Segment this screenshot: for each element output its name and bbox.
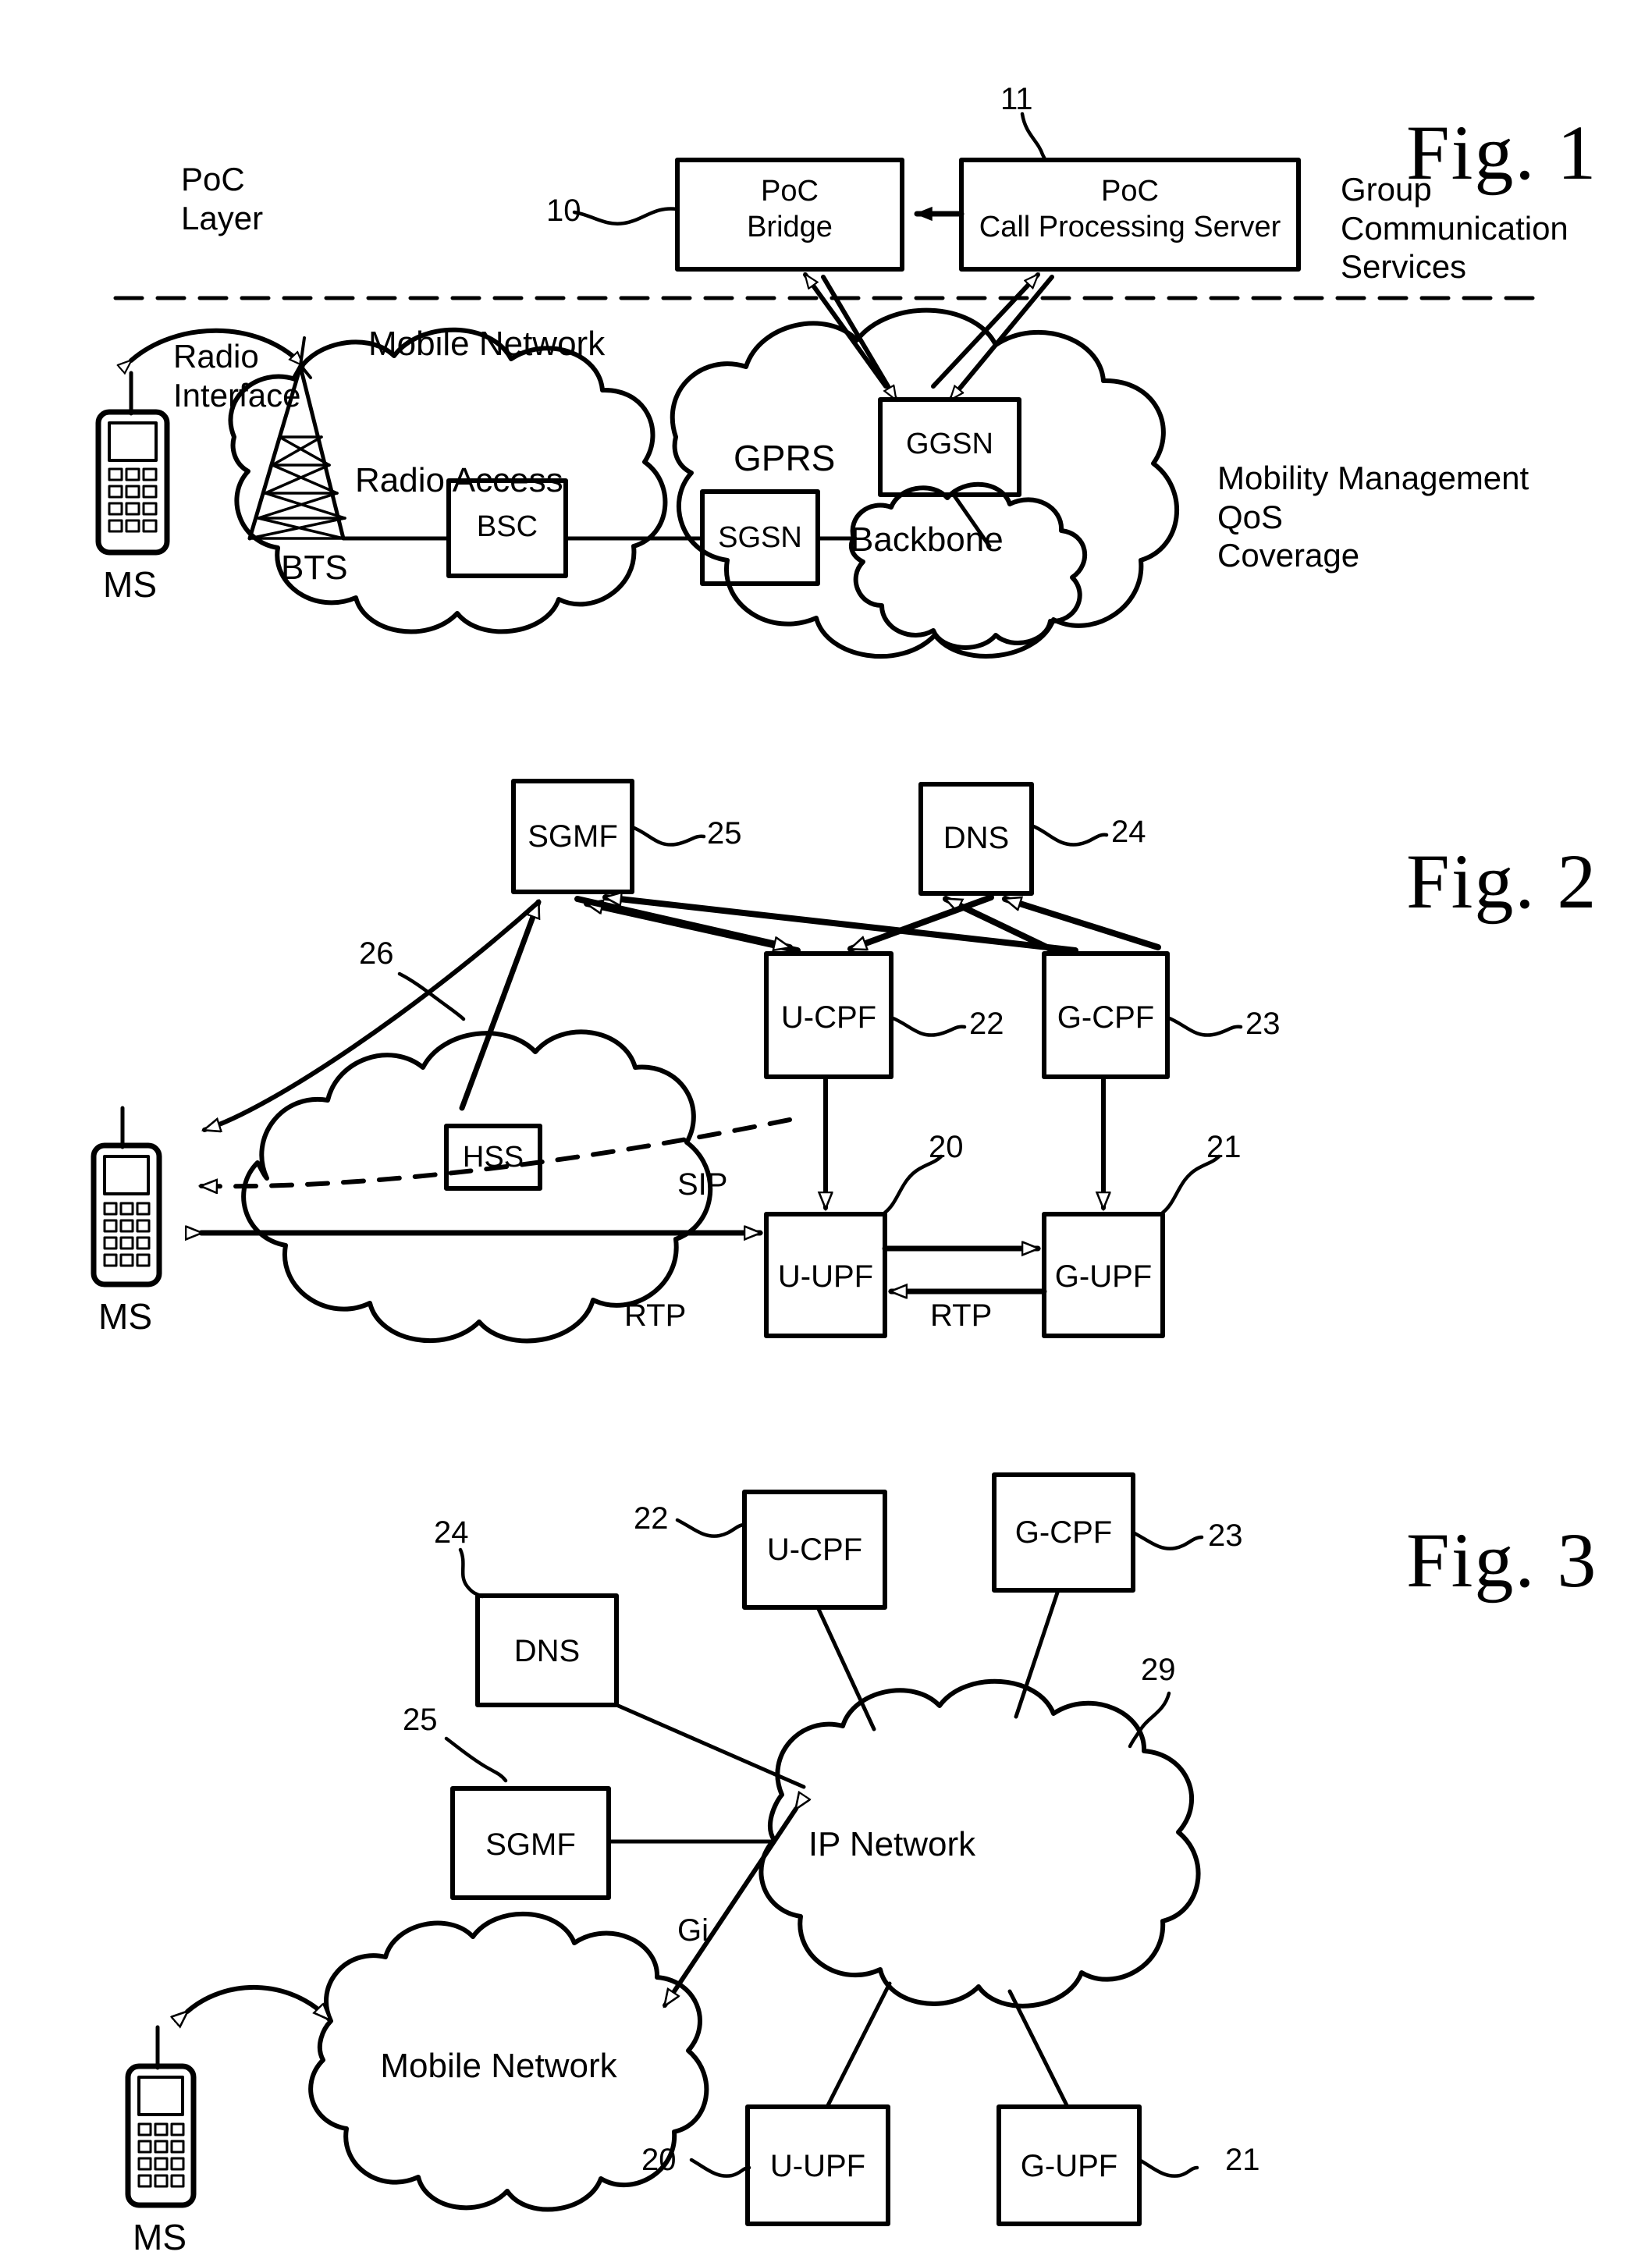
bts-label: BTS	[281, 549, 348, 587]
fig3-title-text: Fig. 3	[1406, 1517, 1598, 1604]
backbone-label: Backbone	[851, 520, 1004, 559]
fig2-gupf-label: G-UPF	[1054, 1259, 1153, 1294]
ref-10-leader	[572, 207, 680, 226]
fig2-ucpf-to-sgmf-arrow	[587, 904, 801, 954]
fig3-sgmf-label: SGMF	[485, 1827, 576, 1862]
mobile-network-label-fig3: Mobile Network	[380, 2047, 617, 2085]
bridge-to-ggsn-arrow	[821, 275, 898, 400]
mobility-management-label: Mobility Management QoS Coverage	[1217, 460, 1529, 574]
fig2-gcpf-to-dns-arrow	[1005, 896, 1161, 950]
gprs-label: GPRS	[734, 438, 836, 478]
fig2-title: Fig. 2	[1333, 758, 1597, 1004]
fig3-title: Fig. 3	[1333, 1437, 1597, 1683]
fig3-gcpf-to-ipnet-link	[1014, 1588, 1060, 1719]
fig2-uupf-label: U-UPF	[777, 1259, 874, 1294]
ms-handset-fig1	[95, 371, 170, 556]
sgsn-label: SGSN	[718, 521, 802, 554]
fig2-title-text: Fig. 2	[1406, 838, 1598, 925]
fig2-ref23-leader	[1165, 1015, 1243, 1037]
fig3-ref-21: 21	[1225, 2143, 1260, 2177]
fig2-ref-25: 25	[707, 816, 742, 851]
fig1-ref-11: 11	[1000, 82, 1033, 116]
gprs-cloud	[670, 307, 1180, 659]
ms-label-fig2: MS	[98, 1296, 152, 1337]
fig2-cloud-to-sgmf-arrow	[459, 902, 542, 1111]
fig2-sgmf-label: SGMF	[528, 819, 618, 854]
fig3-ref-22: 22	[634, 1501, 669, 1536]
fig3-ref-25: 25	[403, 1703, 438, 1737]
fig2-gcpf-label: G-CPF	[1057, 1000, 1155, 1035]
fig3-ucpf-to-ipnet-link	[815, 1605, 876, 1731]
rtp-label-left: RTP	[624, 1298, 687, 1333]
fig2-ref-23: 23	[1245, 1007, 1281, 1041]
fig2-ref24-leader	[1029, 823, 1109, 847]
fig3-ref22-leader	[675, 1518, 747, 1538]
fig2-dns-to-ucpf-arrow	[851, 894, 994, 952]
poc-cps-label: PoC Call Processing Server	[979, 175, 1281, 244]
fig1-ref-10: 10	[546, 194, 581, 228]
fig2-ref-24: 24	[1111, 815, 1146, 849]
group-communication-services-label: Group Communication Services	[1341, 171, 1569, 286]
ggsn-label: GGSN	[906, 428, 993, 460]
fig2-ref-22: 22	[969, 1007, 1004, 1041]
fig3-ref-20: 20	[641, 2143, 677, 2177]
patent-drawing-page: Fig. 1 PoC Layer PoC Bridge PoC Call Pro…	[0, 0, 1652, 2266]
radio-interface-label: Radio Interface	[173, 338, 301, 414]
fig3-ref-29: 29	[1141, 1653, 1176, 1687]
fig2-ref-20: 20	[929, 1130, 964, 1164]
gi-label: Gi	[677, 1913, 709, 1948]
fig3-gcpf-label: G-CPF	[1014, 1515, 1113, 1550]
poc-bridge-label: PoC Bridge	[747, 175, 833, 244]
fig2-dns-label: DNS	[943, 821, 1010, 855]
backbone-cloud	[848, 481, 1087, 650]
radio-access-label: Radio Access	[355, 461, 563, 499]
fig3-dns-label: DNS	[513, 1634, 581, 1668]
cps-to-ggsn-arrow	[948, 275, 1054, 400]
fig3-ref24-leader	[458, 1547, 485, 1599]
fig3-ref21-leader	[1137, 2158, 1199, 2178]
ms-label-fig3: MS	[133, 2217, 187, 2257]
fig3-ref-23: 23	[1208, 1518, 1243, 1553]
ref-11-leader	[1020, 112, 1048, 162]
fig3-uupf-to-ipnet-link	[825, 1981, 892, 2109]
fig2-sgmf-to-ucpf-arrow	[574, 896, 790, 947]
ms-label-fig1: MS	[103, 564, 157, 605]
fig3-gi-arrow	[663, 1809, 796, 2005]
fig3-uupf-label: U-UPF	[769, 2149, 866, 2183]
mobile-network-label-fig1: Mobile Network	[368, 325, 606, 363]
fig3-radio-arc	[187, 1984, 329, 2019]
ggsn-to-bridge-arrow	[803, 275, 888, 389]
ip-network-label: IP Network	[808, 1825, 976, 1863]
ms-handset-fig3	[125, 2025, 197, 2208]
fig3-gupf-label: G-UPF	[1020, 2149, 1118, 2183]
fig2-ref-26: 26	[359, 936, 394, 971]
fig3-ref23-leader	[1131, 1530, 1204, 1550]
ggsn-to-cps-arrow	[931, 272, 1040, 389]
fig3-dns-to-ipnet-link	[614, 1703, 806, 1789]
fig2-gcpf-to-sgmf-arrow	[606, 897, 1078, 954]
fig2-ref22-leader	[889, 1015, 967, 1037]
bsc-label: BSC	[476, 510, 538, 543]
fig3-ref29-leader	[1128, 1691, 1171, 1749]
fig3-ref-24: 24	[434, 1515, 469, 1550]
fig2-ref-21: 21	[1206, 1130, 1242, 1164]
rtp-label-right: RTP	[930, 1298, 993, 1333]
fig3-ref25-leader	[444, 1736, 508, 1783]
fig2-ucpf-to-dns-arrow	[946, 896, 1057, 954]
fig3-ref20-leader	[689, 2158, 751, 2178]
fig3-gupf-to-ipnet-link	[1007, 1989, 1070, 2109]
fig2-hss-label: HSS	[462, 1141, 524, 1174]
fig2-ref25-leader	[630, 825, 706, 847]
fig3-ucpf-label: U-CPF	[766, 1533, 863, 1567]
ms-handset-fig2	[91, 1106, 162, 1288]
fig2-ref26-leader	[397, 971, 466, 1021]
poc-layer-label: PoC Layer	[181, 161, 264, 236]
fig2-ucpf-label: U-CPF	[780, 1000, 877, 1035]
fig2-network-cloud	[241, 1029, 713, 1344]
sip-label: SIP	[677, 1167, 728, 1202]
